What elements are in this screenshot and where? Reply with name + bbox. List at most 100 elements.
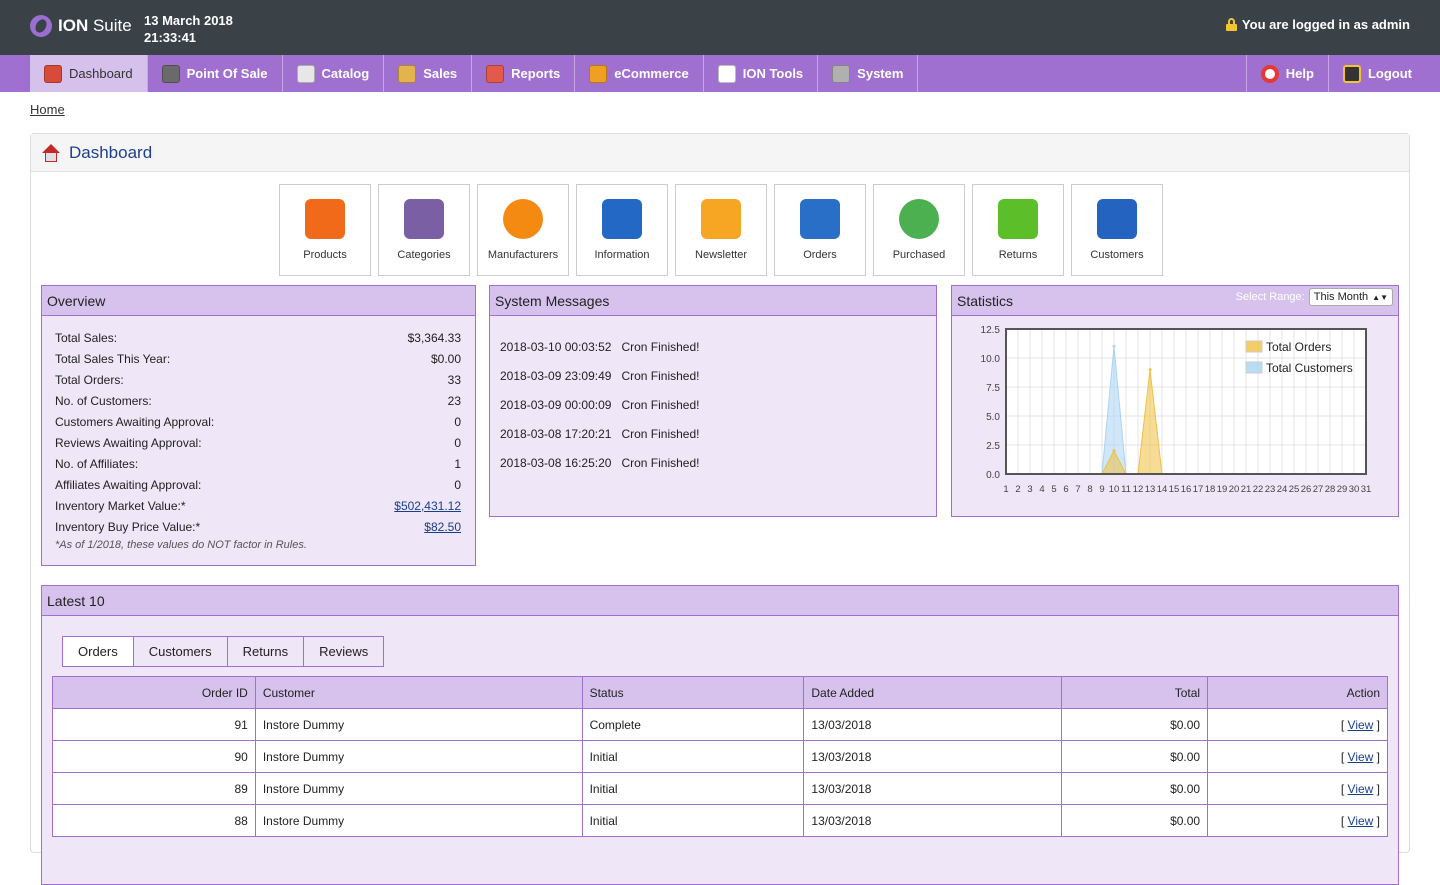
overview-label: Total Sales: (55, 330, 118, 345)
system-messages-list: 2018-03-10 00:03:52 Cron Finished! 2018-03… (490, 316, 936, 477)
ion-logo-icon (717, 64, 736, 83)
nav-label: Reports (511, 66, 561, 81)
catalog-icon (296, 64, 315, 83)
tile-orders[interactable]: Orders (774, 184, 866, 276)
select-arrows-icon: ▲▼ (1372, 292, 1388, 302)
overview-label: No. of Customers: (55, 393, 152, 408)
x-tick-label: 9 (1099, 484, 1104, 495)
breadcrumb-home[interactable]: Home (30, 102, 65, 117)
overview-row: Total Orders: 33 (55, 369, 461, 390)
data-point (1112, 344, 1116, 348)
overview-value-link[interactable]: $502,431.12 (394, 499, 461, 513)
table-row: 89 Instore Dummy Initial 13/03/2018 $0.00[ V… (52, 772, 1388, 805)
palette-icon (589, 64, 608, 83)
data-point (1112, 449, 1116, 453)
nav-logout-label: Logout (1367, 66, 1412, 81)
view-link[interactable]: View (1348, 750, 1374, 764)
ion-logo-icon (30, 15, 52, 37)
tab-reviews[interactable]: Reviews (304, 637, 383, 666)
tile-products[interactable]: Products (279, 184, 371, 276)
nav-system[interactable]: System (818, 55, 919, 92)
nav-ecommerce[interactable]: eCommerce (575, 55, 704, 92)
nav-logout[interactable]: Logout (1327, 55, 1426, 92)
tile-categories[interactable]: Categories (378, 184, 470, 276)
x-tick-label: 19 (1217, 484, 1228, 495)
legend-label: Total Customers (1266, 361, 1353, 375)
tile-customers[interactable]: Customers (1071, 184, 1163, 276)
x-tick-label: 10 (1109, 484, 1120, 495)
x-tick-label: 1 (1003, 484, 1008, 495)
range-select[interactable]: This Month ▲▼ (1308, 288, 1393, 306)
tab-returns[interactable]: Returns (228, 637, 305, 666)
column-header: Action (1207, 676, 1388, 709)
nav-label: Dashboard (69, 66, 133, 81)
overview-row: Customers Awaiting Approval: 0 (55, 411, 461, 432)
view-link[interactable]: View (1348, 782, 1374, 796)
tile-returns[interactable]: Returns (972, 184, 1064, 276)
tile-manufacturers[interactable]: Manufacturers (477, 184, 569, 276)
x-tick-label: 11 (1121, 484, 1131, 495)
nav-label: Sales (423, 66, 458, 81)
range-selector: Select Range: This Month ▲▼ (1236, 288, 1393, 306)
nav-reports[interactable]: Reports (472, 55, 576, 92)
nav-ion-tools[interactable]: ION Tools (704, 55, 819, 92)
dashboard-panel: Dashboard Products Categories Manufacturer… (30, 133, 1410, 885)
cell-status: Complete (581, 708, 805, 741)
tab-orders[interactable]: Orders (63, 637, 134, 666)
tile-newsletter[interactable]: Newsletter (675, 184, 767, 276)
cell-total: $0.00 (1061, 740, 1209, 773)
overview-box: Overview Total Sales: $3,364.33 Total Sale… (41, 285, 476, 566)
message-time: 2018-03-09 00:00:09 (500, 397, 612, 412)
message-row: 2018-03-08 17:20:21 Cron Finished! (500, 419, 926, 448)
envelope-icon (701, 199, 741, 239)
cell-total: $0.00 (1061, 708, 1209, 741)
legend-swatch (1245, 361, 1263, 374)
message-text: Cron Finished! (621, 339, 700, 354)
nav-sales[interactable]: Sales (384, 55, 473, 92)
system-messages-title: System Messages (490, 286, 936, 316)
overview-label: Total Sales This Year: (55, 351, 171, 366)
overview-value-link[interactable]: $82.50 (424, 520, 461, 534)
message-time: 2018-03-08 17:20:21 (500, 426, 612, 441)
tile-information[interactable]: Information (576, 184, 668, 276)
x-tick-label: 24 (1277, 484, 1288, 495)
nav-point-of-sale[interactable]: Point Of Sale (148, 55, 283, 92)
view-link[interactable]: View (1348, 718, 1374, 732)
overview-label: Inventory Market Value:* (55, 498, 186, 513)
logout-icon (1342, 64, 1361, 83)
overview-value: 1 (454, 456, 461, 471)
cell-total: $0.00 (1061, 772, 1209, 805)
x-tick-label: 4 (1039, 484, 1044, 495)
table-header-row: Order ID Customer Status Date Added Total Act… (52, 676, 1388, 709)
message-time: 2018-03-10 00:03:52 (500, 339, 612, 354)
x-tick-label: 18 (1205, 484, 1216, 495)
x-tick-label: 26 (1301, 484, 1312, 495)
nav-catalog[interactable]: Catalog (283, 55, 385, 92)
x-tick-label: 16 (1181, 484, 1192, 495)
nav-dashboard[interactable]: Dashboard (30, 55, 148, 92)
cell-customer: Instore Dummy (254, 740, 583, 773)
house-icon (44, 64, 62, 83)
y-tick-label: 0.0 (986, 470, 1000, 481)
tab-customers[interactable]: Customers (134, 637, 228, 666)
y-tick-label: 2.5 (986, 441, 1000, 452)
cell-action: [ View ] (1207, 804, 1388, 837)
column-header: Order ID (52, 676, 256, 709)
current-date: 13 March 2018 (144, 13, 233, 28)
cell-status: Initial (581, 772, 805, 805)
range-label: Select Range: (1235, 291, 1305, 303)
x-tick-label: 5 (1051, 484, 1056, 495)
presentation-icon (486, 64, 505, 83)
message-text: Cron Finished! (621, 368, 700, 383)
data-point (1148, 368, 1152, 372)
categories-icon (404, 199, 444, 239)
x-tick-label: 28 (1325, 484, 1336, 495)
house-icon (41, 143, 61, 162)
nav-help[interactable]: Help (1245, 55, 1328, 92)
view-link[interactable]: View (1348, 814, 1374, 828)
column-header: Customer (254, 676, 583, 709)
ion-suite-logo[interactable]: ION Suite (30, 15, 132, 37)
printer-icon (800, 199, 840, 239)
tile-purchased[interactable]: Purchased (873, 184, 965, 276)
